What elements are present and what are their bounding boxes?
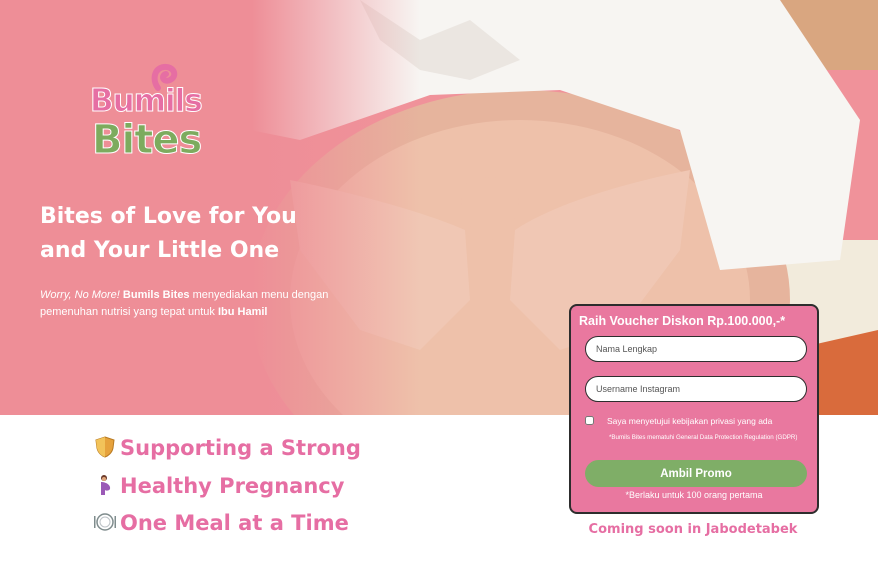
tagline-one-meal-text: One Meal at a Time xyxy=(120,511,349,535)
privacy-consent-checkbox[interactable] xyxy=(585,416,594,425)
tagline-supporting: Supporting a Strong xyxy=(94,436,361,460)
hero-desc-italic: Worry, No More! xyxy=(40,289,120,301)
tagline-supporting-text: Supporting a Strong xyxy=(120,436,361,460)
plate-icon xyxy=(94,513,116,531)
hero-title-line-1: Bites of Love for You xyxy=(40,204,297,229)
hero-description: Worry, No More! Bumils Bites menyediakan… xyxy=(40,287,370,321)
tagline-healthy: Healthy Pregnancy xyxy=(94,474,344,498)
hero-title-line-2: and Your Little One xyxy=(40,238,280,263)
full-name-input[interactable] xyxy=(585,336,807,362)
hero-desc-audience: Ibu Hamil xyxy=(217,306,268,318)
logo-text-bumils: Bumils xyxy=(90,83,204,119)
brand-logo[interactable]: Bumils Bites xyxy=(90,62,210,174)
gdpr-note: *Bumils Bites mematuhi General Data Prot… xyxy=(609,434,798,441)
instagram-username-input[interactable] xyxy=(585,376,807,402)
shield-icon xyxy=(95,436,115,458)
tagline-healthy-text: Healthy Pregnancy xyxy=(120,474,345,498)
tagline-one-meal: One Meal at a Time xyxy=(94,511,349,535)
hero-title: Bites of Love for You and Your Little On… xyxy=(40,200,360,268)
coming-soon-text: Coming soon in Jabodetabek xyxy=(588,522,798,537)
logo-text-bites: Bites xyxy=(91,117,202,163)
privacy-consent-label: Saya menyetujui kebijakan privasi yang a… xyxy=(607,416,773,426)
voucher-title: Raih Voucher Diskon Rp.100.000,-* xyxy=(579,314,786,328)
pregnant-woman-icon xyxy=(101,475,111,495)
hero-desc-brand: Bumils Bites xyxy=(122,289,190,301)
voucher-form: Raih Voucher Diskon Rp.100.000,-* Saya m… xyxy=(569,304,819,514)
claim-promo-button[interactable]: Ambil Promo xyxy=(585,460,807,487)
promo-limit-note: *Berlaku untuk 100 orang pertama xyxy=(625,490,763,500)
